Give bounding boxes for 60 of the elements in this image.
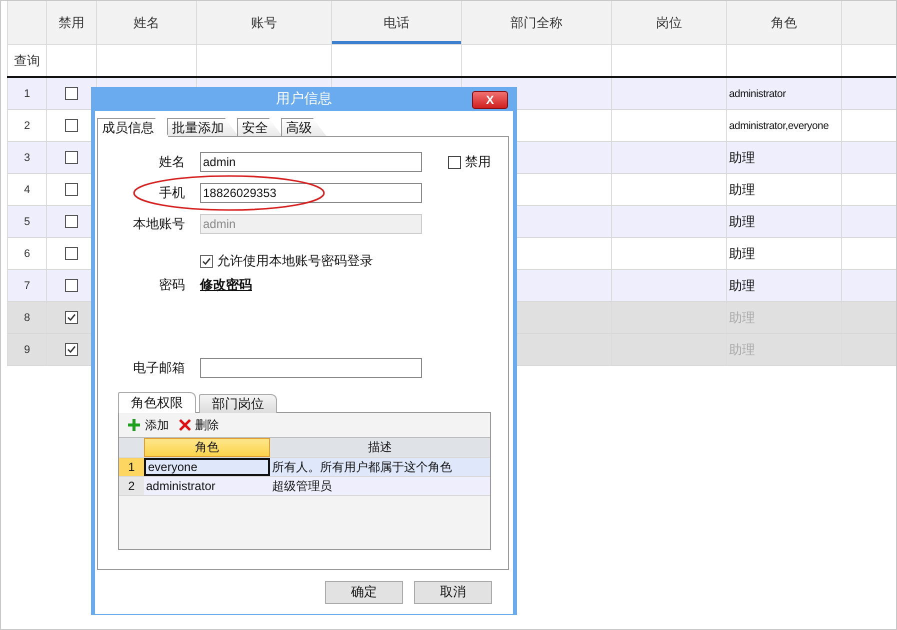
column-header[interactable]: 电话	[332, 1, 462, 44]
disable-checkbox[interactable]	[65, 247, 78, 260]
role-text: 助理	[729, 148, 755, 166]
disable-checkbox[interactable]	[65, 215, 78, 228]
grid-cell[interactable]: administrator	[144, 477, 270, 495]
tab[interactable]: 批量添加	[167, 118, 239, 137]
row-number: 5	[24, 216, 30, 228]
tab[interactable]: 安全	[237, 118, 283, 137]
grid-cell-text: 所有人。所有用户都属于这个角色	[271, 458, 453, 476]
field-label: 密码	[158, 276, 185, 294]
row-number: 2	[119, 477, 144, 495]
check-icon	[66, 344, 77, 355]
change-password-link[interactable]: 修改密码	[200, 276, 252, 294]
role-text: 助理	[729, 244, 755, 262]
sub-tab[interactable]: 角色权限	[118, 392, 196, 413]
row-number: 9	[24, 344, 30, 356]
disable-checkbox[interactable]	[65, 183, 78, 196]
disable-checkbox[interactable]	[65, 87, 78, 100]
local-login-checkbox[interactable]: 允许使用本地账号密码登录	[200, 252, 373, 270]
field-label: 姓名	[158, 153, 185, 171]
role-text: 助理	[729, 276, 755, 294]
disable-checkbox[interactable]	[65, 151, 78, 164]
close-icon	[179, 419, 191, 431]
disable-checkbox[interactable]	[65, 279, 78, 292]
check-icon	[201, 256, 212, 266]
row-number: 1	[119, 458, 144, 476]
input-field[interactable]	[200, 358, 422, 378]
ok-button[interactable]: 确定	[325, 580, 403, 604]
row-number: 3	[24, 152, 30, 164]
field-label: 手机	[158, 184, 185, 202]
close-button[interactable]: X	[472, 91, 508, 109]
add-button[interactable]: 添加	[127, 416, 169, 434]
row-number: 1	[24, 88, 30, 100]
check-icon	[66, 312, 77, 323]
row-number: 8	[24, 312, 30, 324]
field-label: 电子邮箱	[132, 359, 185, 377]
disable-checkbox[interactable]	[65, 119, 78, 132]
tab[interactable]: 成员信息	[97, 118, 169, 137]
row-number: 7	[24, 280, 30, 292]
role-text: administrator,everyone	[729, 120, 829, 132]
input-field[interactable]: 18826029353	[200, 183, 422, 203]
grid-cell-text: 超级管理员	[271, 478, 333, 494]
sub-tab[interactable]: 部门岗位	[199, 394, 277, 413]
field-label: 本地账号	[132, 215, 185, 233]
dialog-title: 用户信息	[276, 90, 332, 108]
cancel-button[interactable]: 取消	[414, 580, 492, 604]
disable-toggle[interactable]: 禁用	[448, 153, 491, 171]
role-text: administrator	[729, 88, 786, 100]
row-number: 6	[24, 248, 30, 260]
row-number: 4	[24, 184, 30, 196]
grid-cell[interactable]: everyone	[144, 458, 270, 476]
row-number: 2	[24, 120, 30, 132]
delete-button[interactable]: 删除	[179, 416, 219, 434]
input-field[interactable]: admin	[200, 152, 422, 172]
role-text: 助理	[729, 212, 755, 230]
query-label: 查询	[14, 52, 40, 70]
grid-column-header[interactable]: 角色	[144, 438, 270, 457]
tab[interactable]: 高级	[281, 118, 327, 137]
role-text: 助理	[729, 180, 755, 198]
plus-icon	[127, 418, 141, 432]
